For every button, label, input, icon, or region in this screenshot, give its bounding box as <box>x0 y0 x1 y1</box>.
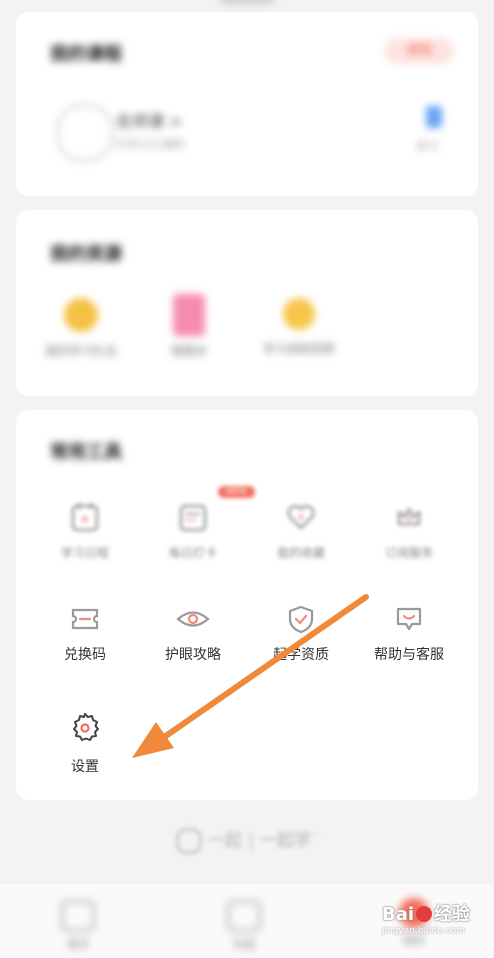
shop-icon <box>227 900 261 932</box>
paw-icon <box>416 906 433 922</box>
footer-logo-mark-icon <box>176 828 202 854</box>
tab-home[interactable]: 首页 <box>48 900 108 952</box>
home-icon <box>61 900 95 932</box>
annotation-arrow <box>132 594 369 758</box>
footer-logo-text1: 一起 <box>207 831 242 851</box>
tab-label: 首页 <box>67 938 89 951</box>
footer-logo-text2: 一起学 <box>259 831 311 851</box>
baidu-watermark: Bai 经验 jingyan.baidu.com <box>382 900 478 946</box>
tab-label: 乐园 <box>233 938 255 951</box>
footer-logo-tm: ™ <box>310 832 319 842</box>
watermark-brand2: 经验 <box>434 904 471 925</box>
watermark-brand: Bai <box>382 904 415 925</box>
tab-shop[interactable]: 乐园 <box>214 900 274 952</box>
watermark-url: jingyan.baidu.com <box>382 926 466 936</box>
footer-logo: 一起 | 一起学™ <box>176 826 326 854</box>
